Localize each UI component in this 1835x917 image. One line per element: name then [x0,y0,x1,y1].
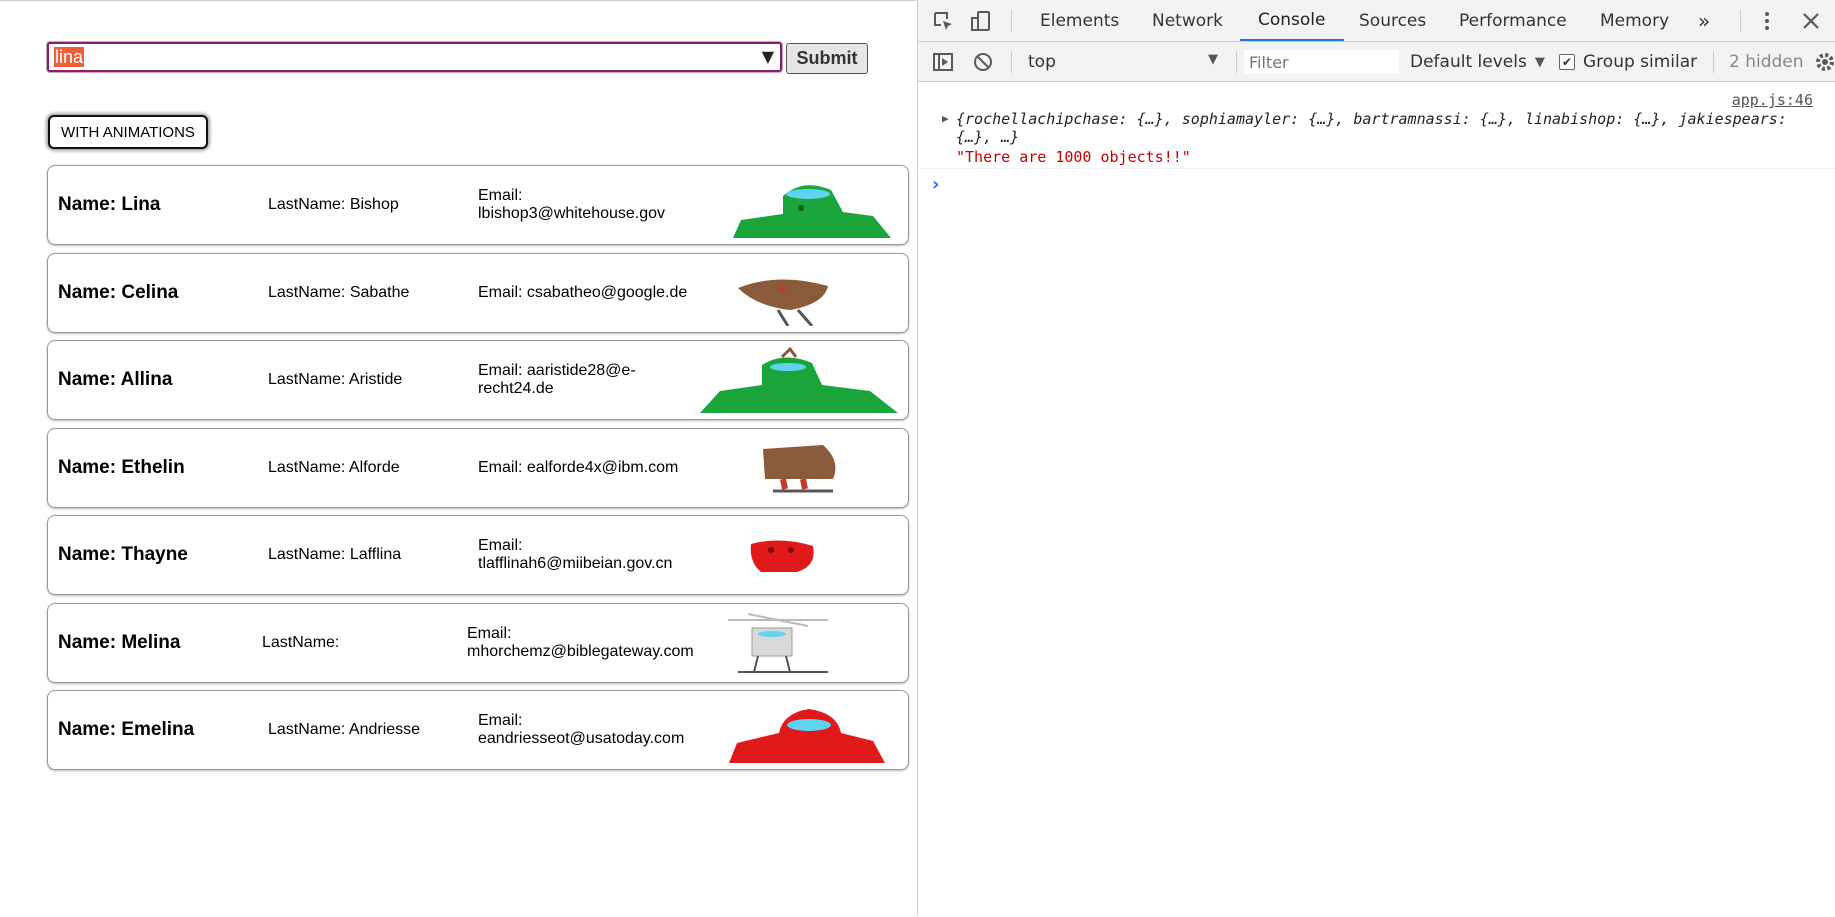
gear-icon[interactable] [1814,51,1835,73]
person-card: Name: Lina LastName: Bishop Email: lbish… [47,165,909,245]
console-filter-input[interactable] [1244,50,1399,74]
console-output: app.js:46 ▶ {rochellachipchase: {…}, sop… [918,82,1835,195]
person-name: Name: Thayne [58,544,188,565]
person-email: Email: aaristide28@e-recht24.de [478,362,636,397]
person-name: Name: Allina [58,369,173,390]
search-input[interactable]: lina [54,47,85,67]
with-animations-button[interactable]: WITH ANIMATIONS [48,115,208,149]
person-email: Email: ealforde4x@ibm.com [478,458,679,476]
checkbox-checked-icon[interactable]: ✔ [1559,54,1575,70]
robot-avatar-icon [763,444,836,492]
object-preview-text: {rochellachipchase: {…}, sophiamayler: {… [956,110,1787,146]
device-toolbar-icon[interactable] [970,10,992,32]
more-tabs-icon[interactable]: » [1698,0,1710,41]
person-lastname: LastName: Aristide [268,371,403,388]
chevron-down-icon[interactable]: ▼ [762,47,774,66]
person-email: Email: tlafflinah6@miibeian.gov.cn [478,537,673,572]
person-card: Name: Thayne LastName: Lafflina Email: t… [47,515,909,595]
people-list: Name: Lina LastName: Bishop Email: lbish… [47,165,909,778]
log-levels-dropdown[interactable]: Default levels ▼ [1410,50,1545,74]
console-toolbar: top ▼ Default levels ▼ ✔ Group similar 2… [918,42,1835,82]
source-link[interactable]: app.js:46 [1732,91,1813,109]
person-card: Name: Emelina LastName: Andriesse Email:… [47,690,909,770]
close-icon[interactable] [1800,10,1822,32]
tab-console[interactable]: Console [1240,0,1344,41]
hidden-messages-count: 2 hidden [1729,52,1804,72]
tab-elements[interactable]: Elements [1040,0,1119,41]
app-page: lina ▼ Submit WITH ANIMATIONS Name: Lina… [0,0,916,917]
person-card: Name: Ethelin LastName: Alforde Email: e… [47,427,909,508]
robot-avatar-icon [733,185,891,238]
robot-avatar-icon [700,347,898,413]
person-name: Name: Melina [58,631,181,653]
person-name: Name: Ethelin [58,456,185,478]
person-card: Name: Celina LastName: Sabathe Email: cs… [47,252,909,333]
console-message: app.js:46 ▶ {rochellachipchase: {…}, sop… [918,82,1835,169]
robot-avatar-icon [738,278,828,326]
person-lastname: LastName: Bishop [268,196,399,213]
person-email: Email: lbishop3@whitehouse.gov [478,187,666,222]
person-name: Name: Celina [58,281,179,303]
person-name: Name: Lina [58,194,161,215]
devtools-tab-bar: Elements Network Console Sources Perform… [918,0,1835,42]
person-lastname: LastName: Andriesse [268,721,421,738]
inspect-element-icon[interactable] [932,10,954,32]
devtools-panel: Elements Network Console Sources Perform… [917,0,1835,916]
person-email: Email: eandriesseot@usatoday.com [478,712,685,747]
show-sidebar-icon[interactable] [932,51,954,73]
tab-memory[interactable]: Memory [1600,0,1669,41]
person-lastname: LastName: Sabathe [268,283,410,301]
tab-performance[interactable]: Performance [1459,0,1567,41]
expand-triangle-icon[interactable]: ▶ [942,110,949,128]
person-card: Name: Allina LastName: Aristide Email: a… [47,340,909,420]
log-levels-label: Default levels [1410,52,1527,72]
submit-button[interactable]: Submit [786,43,868,74]
person-lastname: LastName: [262,633,340,651]
person-lastname: LastName: Alforde [268,458,400,476]
search-field[interactable]: lina ▼ [47,42,782,72]
person-name: Name: Emelina [58,719,195,740]
triangle-down-icon: ▼ [1534,54,1545,70]
tab-sources[interactable]: Sources [1359,0,1426,41]
kebab-menu-icon[interactable] [1762,10,1772,32]
robot-avatar-icon [729,709,885,763]
person-card: Name: Melina LastName: Email: mhorchemz@… [47,602,909,683]
triangle-down-icon: ▼ [1208,52,1218,67]
group-similar-toggle[interactable]: ✔ Group similar [1559,50,1697,74]
object-preview[interactable]: ▶ {rochellachipchase: {…}, sophiamayler:… [942,110,1811,146]
string-message: "There are 1000 objects!!" [956,148,1191,166]
robot-avatar-icon [750,540,814,572]
tab-network[interactable]: Network [1152,0,1223,41]
robot-avatar-icon [728,612,828,673]
group-similar-label: Group similar [1583,52,1698,72]
person-email: Email: mhorchemz@biblegateway.com [467,624,694,660]
context-value: top [1028,52,1056,72]
person-lastname: LastName: Lafflina [268,546,402,563]
person-email: Email: csabatheo@google.de [478,283,688,301]
clear-console-icon[interactable] [972,51,994,73]
context-selector[interactable]: top ▼ [1028,50,1228,74]
console-prompt-icon[interactable]: › [932,174,939,195]
